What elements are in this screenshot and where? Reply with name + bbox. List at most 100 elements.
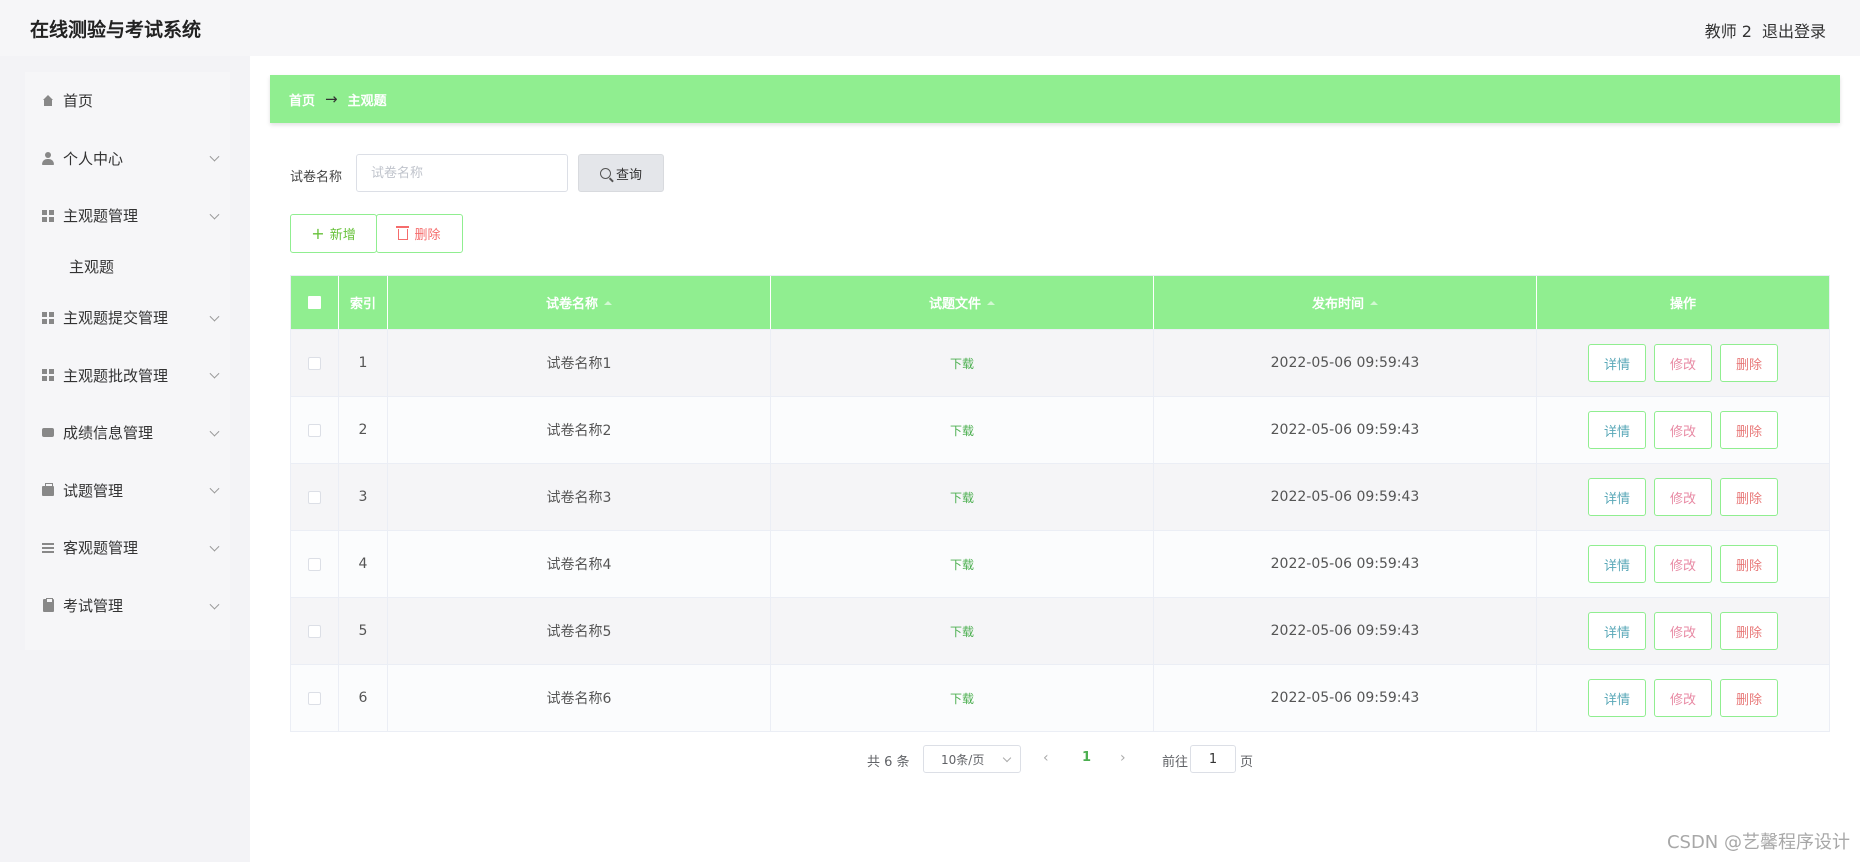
page-number-current[interactable]: 1 xyxy=(1082,750,1091,765)
page-size-select[interactable]: 10条/页 xyxy=(923,745,1021,773)
delete-button[interactable]: 删除 xyxy=(1720,344,1778,382)
sidebar-item-label: 主观题批改管理 xyxy=(63,366,169,385)
row-index: 2 xyxy=(339,397,388,463)
table-row: 3 试卷名称3 下载 2022-05-06 09:59:43 详情 修改 删除 xyxy=(291,463,1829,530)
row-checkbox[interactable] xyxy=(308,490,321,504)
sidebar-item-label: 客观题管理 xyxy=(63,539,139,558)
table-row: 6 试卷名称6 下载 2022-05-06 09:59:43 详情 修改 删除 xyxy=(291,664,1829,731)
watermark: CSDN @艺馨程序设计 xyxy=(1666,832,1850,853)
detail-button[interactable]: 详情 xyxy=(1588,344,1646,382)
delete-button[interactable]: 删除 xyxy=(1720,478,1778,516)
row-paper-name: 试卷名称2 xyxy=(388,397,771,463)
column-header-label: 试卷名称 xyxy=(545,297,598,312)
add-button[interactable]: + 新增 xyxy=(290,214,377,253)
download-link[interactable]: 下载 xyxy=(950,422,974,439)
search-button[interactable]: 查询 xyxy=(578,154,664,192)
row-publish-time: 2022-05-06 09:59:43 xyxy=(1154,330,1537,396)
detail-button[interactable]: 详情 xyxy=(1588,612,1646,650)
sidebar-item-submission-management[interactable]: 主观题提交管理 xyxy=(25,289,230,347)
sidebar-item-score-management[interactable]: 成绩信息管理 xyxy=(25,404,230,462)
edit-button[interactable]: 修改 xyxy=(1654,545,1712,583)
breadcrumb-current: 主观题 xyxy=(347,93,387,109)
column-header-label: 操作 xyxy=(1669,297,1696,312)
download-link[interactable]: 下载 xyxy=(950,355,974,372)
row-paper-name: 试卷名称4 xyxy=(388,531,771,597)
edit-button[interactable]: 修改 xyxy=(1654,478,1712,516)
row-index: 1 xyxy=(339,330,388,396)
logout-link[interactable]: 退出登录 xyxy=(1762,18,1826,42)
user-icon xyxy=(41,151,55,165)
sidebar-item-question-management[interactable]: 试题管理 xyxy=(25,462,230,520)
row-paper-name: 试卷名称6 xyxy=(388,665,771,731)
sidebar-item-exam-management[interactable]: 考试管理 xyxy=(25,577,230,635)
download-link[interactable]: 下载 xyxy=(950,690,974,707)
delete-button[interactable]: 删除 xyxy=(1720,679,1778,717)
row-actions: 详情 修改 删除 xyxy=(1537,464,1829,530)
sort-icon[interactable] xyxy=(1370,300,1378,305)
goto-label: 前往 xyxy=(1162,755,1189,770)
sidebar-item-label: 主观题管理 xyxy=(63,207,139,226)
column-header-label: 试题文件 xyxy=(928,297,981,312)
row-checkbox[interactable] xyxy=(308,423,321,437)
sidebar-item-label: 试题管理 xyxy=(63,481,124,500)
sidebar-item-personal-center[interactable]: 个人中心 xyxy=(25,130,230,188)
pagination: 共 6 条 10条/页 ‹ 1 › 前往 页 xyxy=(250,744,1860,774)
search-input[interactable] xyxy=(356,154,568,192)
delete-button[interactable]: 删除 xyxy=(1720,612,1778,650)
delete-button[interactable]: 删除 xyxy=(1720,545,1778,583)
edit-button[interactable]: 修改 xyxy=(1654,679,1712,717)
row-checkbox[interactable] xyxy=(308,356,321,370)
row-checkbox[interactable] xyxy=(308,624,321,638)
sidebar-subitem-subjective[interactable]: 主观题 xyxy=(25,245,230,289)
sidebar-item-grading-management[interactable]: 主观题批改管理 xyxy=(25,346,230,404)
batch-delete-button[interactable]: 删除 xyxy=(376,214,463,253)
column-header-file[interactable]: 试题文件 xyxy=(771,276,1154,329)
download-link[interactable]: 下载 xyxy=(950,623,974,640)
sidebar-item-objective-management[interactable]: 客观题管理 xyxy=(25,519,230,577)
select-all-checkbox[interactable] xyxy=(308,296,321,309)
detail-button[interactable]: 详情 xyxy=(1588,411,1646,449)
goto-page-input[interactable] xyxy=(1190,745,1236,773)
delete-button[interactable]: 删除 xyxy=(1720,411,1778,449)
chevron-down-icon xyxy=(209,599,220,610)
edit-button[interactable]: 修改 xyxy=(1654,411,1712,449)
row-checkbox[interactable] xyxy=(308,557,321,571)
edit-button[interactable]: 修改 xyxy=(1654,344,1712,382)
column-header-label: 发布时间 xyxy=(1311,297,1364,312)
search-icon xyxy=(599,167,611,179)
chevron-down-icon xyxy=(209,152,220,162)
column-header-name[interactable]: 试卷名称 xyxy=(388,276,771,329)
sidebar-item-subjective-management[interactable]: 主观题管理 xyxy=(25,187,230,245)
row-checkbox[interactable] xyxy=(308,691,321,705)
chevron-down-icon xyxy=(209,311,220,322)
detail-button[interactable]: 详情 xyxy=(1588,545,1646,583)
arrow-right-icon: → xyxy=(325,90,338,108)
column-header-index: 索引 xyxy=(339,276,388,329)
prev-page-button[interactable]: ‹ xyxy=(1043,750,1049,766)
sort-icon[interactable] xyxy=(987,300,995,305)
next-page-button[interactable]: › xyxy=(1120,750,1126,766)
table-row: 4 试卷名称4 下载 2022-05-06 09:59:43 详情 修改 删除 xyxy=(291,530,1829,597)
row-actions: 详情 修改 删除 xyxy=(1537,598,1829,664)
trash-icon xyxy=(396,226,410,240)
column-header-label: 索引 xyxy=(349,297,376,312)
list-icon xyxy=(41,541,55,555)
detail-button[interactable]: 详情 xyxy=(1588,478,1646,516)
download-link[interactable]: 下载 xyxy=(950,489,974,506)
home-icon xyxy=(41,94,55,108)
breadcrumb: 首页 → 主观题 xyxy=(270,75,1840,123)
row-index: 4 xyxy=(339,531,388,597)
column-header-time[interactable]: 发布时间 xyxy=(1154,276,1537,329)
chevron-down-icon xyxy=(209,368,220,379)
edit-button[interactable]: 修改 xyxy=(1654,612,1712,650)
detail-button[interactable]: 详情 xyxy=(1588,679,1646,717)
row-index: 5 xyxy=(339,598,388,664)
sidebar-menu: 首页 个人中心 主观题管理 主观题 主观题提交管理 主观题批改管理 成绩信息管理 xyxy=(25,72,230,651)
briefcase-icon xyxy=(41,483,55,497)
column-header-actions: 操作 xyxy=(1537,276,1829,329)
breadcrumb-home[interactable]: 首页 xyxy=(289,90,315,109)
sort-icon[interactable] xyxy=(604,300,612,305)
sidebar-item-home[interactable]: 首页 xyxy=(25,72,230,130)
chevron-down-icon xyxy=(209,209,220,220)
download-link[interactable]: 下载 xyxy=(950,556,974,573)
